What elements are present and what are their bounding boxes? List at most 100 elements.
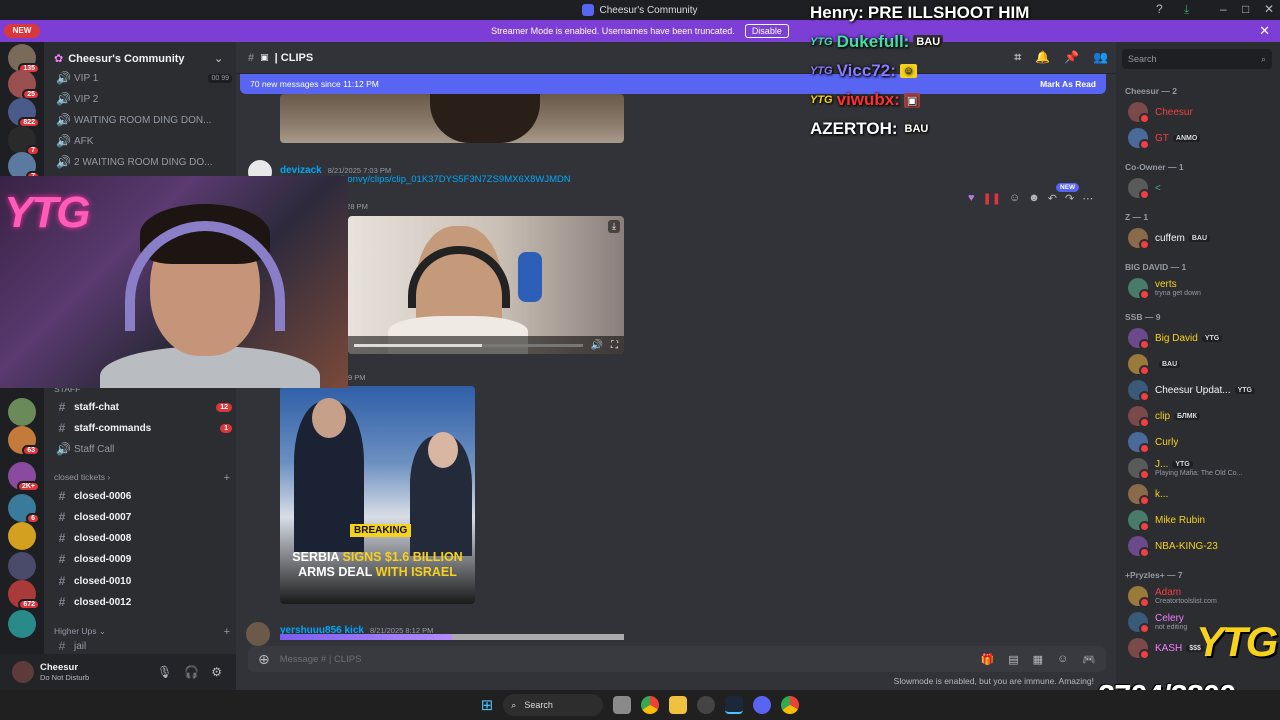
download-icon[interactable]: ⤓ — [608, 220, 620, 233]
volume-icon[interactable]: 🔊 — [591, 340, 603, 351]
message-composer[interactable]: ⊕ Message # | CLIPS 🎁 ▤ ▦ ☺ 🎮 — [248, 646, 1106, 672]
gear-icon[interactable]: ⚙ — [211, 665, 222, 679]
video-embed[interactable] — [280, 94, 624, 143]
heart-reaction-icon[interactable]: ♥ — [968, 192, 975, 205]
member-item[interactable]: cuffem BAU — [1128, 228, 1276, 250]
member-item[interactable]: verts tryna get down — [1128, 278, 1276, 300]
voice-channel-afk[interactable]: 🔊 AFK — [56, 132, 232, 150]
channel-closed-ticket[interactable]: # closed-0009 — [56, 550, 232, 568]
channel-jail[interactable]: # jail — [56, 640, 232, 652]
server-icon[interactable]: 822 — [8, 98, 40, 128]
message-author[interactable]: devizack — [280, 165, 322, 176]
new-messages-bar[interactable]: 70 new messages since 11:12 PM Mark As R… — [240, 74, 1106, 94]
member-item[interactable]: Big David YTG — [1128, 328, 1276, 350]
member-item[interactable]: Cheesur — [1128, 102, 1276, 124]
category-higher-ups[interactable]: Higher Ups ⌄ + — [54, 626, 230, 638]
attach-plus-icon[interactable]: ⊕ — [258, 651, 270, 668]
voice-channel-vip1[interactable]: 🔊 VIP 1 00 99 — [56, 69, 232, 87]
file-explorer-icon[interactable] — [669, 696, 688, 714]
download-icon[interactable]: ⤓ — [1184, 2, 1189, 17]
member-item[interactable]: J... YTG Playing Mafia: The Old Co... — [1128, 458, 1276, 480]
avatar[interactable] — [246, 622, 270, 646]
bell-icon[interactable]: 🔔 — [1035, 50, 1050, 65]
chrome-icon[interactable] — [641, 696, 660, 714]
server-icon[interactable]: 6 — [8, 494, 40, 524]
server-icon[interactable]: 135 — [8, 44, 40, 74]
server-header[interactable]: ✿ Cheesur's Community ⌄ — [54, 52, 223, 66]
fullscreen-icon[interactable]: ⛶ — [611, 340, 618, 351]
image-attachment[interactable]: BREAKING SERBIA SIGNS $1.6 BILLION ARMS … — [280, 386, 475, 604]
obs-icon[interactable] — [697, 696, 716, 714]
server-icon[interactable] — [8, 398, 36, 426]
pause-reaction-icon[interactable]: ❚❚ — [983, 192, 1001, 205]
voice-channel-vip2[interactable]: 🔊 VIP 2 — [56, 90, 232, 108]
mark-as-read-button[interactable]: Mark As Read — [1040, 79, 1096, 89]
member-item[interactable]: Adam Creatortoolslist.com — [1128, 586, 1276, 608]
emoji-reaction-icon[interactable]: ☺ — [1009, 192, 1020, 205]
message-link[interactable]: /konvy/clips/clip_01K37DYS5F3N7ZS9MX6X8W… — [340, 174, 571, 185]
windows-start-icon[interactable]: ⊞ — [481, 696, 494, 714]
emoji-icon[interactable]: ☺ — [1057, 653, 1068, 666]
gif-icon[interactable]: ▤ — [1008, 653, 1018, 666]
channel-closed-ticket[interactable]: # closed-0008 — [56, 529, 232, 547]
member-item[interactable]: Mike Rubin — [1128, 510, 1276, 532]
voice-channel-staff-call[interactable]: 🔊 Staff Call — [56, 440, 232, 458]
voice-channel-waiting-room-2[interactable]: 🔊 2 WAITING ROOM DING DO... — [56, 153, 232, 171]
server-icon[interactable]: 672 — [8, 580, 40, 610]
threads-icon[interactable]: ⌗ — [1014, 50, 1021, 65]
microphone-icon[interactable]: 🎙 — [157, 665, 172, 679]
voice-channel-waiting-room[interactable]: 🔊 WAITING ROOM DING DON... — [56, 111, 232, 129]
discord-icon[interactable] — [753, 696, 772, 714]
help-icon[interactable]: ? — [1156, 2, 1163, 16]
banner-close-icon[interactable]: ✕ — [1259, 23, 1270, 39]
member-item[interactable]: NBA-KING-23 — [1128, 536, 1276, 558]
member-item[interactable]: Curly — [1128, 432, 1276, 454]
server-icon[interactable]: 7 — [8, 126, 40, 156]
member-item[interactable]: < — [1128, 178, 1276, 200]
server-icon[interactable]: 25 — [8, 70, 40, 100]
channel-closed-ticket[interactable]: # closed-0007 — [56, 508, 232, 526]
member-item[interactable]: GT ANMO — [1128, 128, 1276, 150]
forward-icon[interactable]: ↷ — [1065, 192, 1074, 205]
activities-icon[interactable]: 🎮 — [1082, 653, 1096, 666]
user-info[interactable]: Cheesur Do Not Disturb — [40, 662, 89, 682]
channel-staff-chat[interactable]: # staff-chat 12 — [56, 398, 232, 416]
channel-closed-ticket[interactable]: # closed-0010 — [56, 572, 232, 590]
more-options-icon[interactable]: ⋯ — [1082, 192, 1093, 205]
close-window-icon[interactable]: ✕ — [1264, 2, 1274, 16]
message-input[interactable]: Message # | CLIPS — [280, 654, 362, 665]
channel-closed-ticket[interactable]: # closed-0012 — [56, 593, 232, 611]
headphones-icon[interactable]: 🎧 — [184, 665, 199, 679]
server-icon[interactable]: 63 — [8, 426, 40, 456]
search-input[interactable]: Search ⌕ — [1122, 49, 1272, 69]
add-reaction-icon[interactable]: ☻ — [1028, 192, 1040, 205]
member-item[interactable]: clip БЛМК — [1128, 406, 1276, 428]
channel-closed-ticket[interactable]: # closed-0006 — [56, 487, 232, 505]
server-icon[interactable] — [8, 522, 36, 550]
server-icon[interactable] — [8, 552, 36, 580]
category-closed-tickets[interactable]: closed tickets › + — [54, 472, 230, 484]
pin-icon[interactable]: 📌 — [1064, 50, 1079, 65]
member-item[interactable]: k... — [1128, 484, 1276, 506]
avatar[interactable] — [12, 661, 34, 683]
add-channel-icon[interactable]: + — [224, 472, 230, 484]
reply-icon[interactable]: ↶ — [1048, 192, 1057, 205]
minimize-icon[interactable]: – — [1220, 2, 1227, 16]
taskbar-search[interactable]: ⌕ Search — [503, 694, 604, 716]
server-icon[interactable] — [8, 610, 36, 638]
add-channel-icon[interactable]: + — [224, 626, 230, 638]
maximize-icon[interactable]: □ — [1242, 2, 1249, 16]
member-item[interactable]: Cheesur Updat... YTG — [1128, 380, 1276, 402]
channel-staff-commands[interactable]: # staff-commands 1 — [56, 419, 232, 437]
video-progress-bar[interactable] — [354, 343, 583, 347]
member-item[interactable]: BAU — [1128, 354, 1276, 376]
disable-streamer-mode-button[interactable]: Disable — [744, 24, 789, 38]
gift-icon[interactable]: 🎁 — [981, 653, 995, 666]
server-icon[interactable]: 2K+ — [8, 462, 40, 492]
member-list-icon[interactable]: 👥 — [1093, 50, 1108, 65]
chrome-icon[interactable] — [781, 696, 800, 714]
widget-icon[interactable] — [613, 696, 632, 714]
sticker-icon[interactable]: ▦ — [1033, 653, 1043, 666]
video-player[interactable]: 🔊 ⛶ ⤓ — [348, 216, 624, 354]
steam-icon[interactable] — [725, 696, 744, 714]
